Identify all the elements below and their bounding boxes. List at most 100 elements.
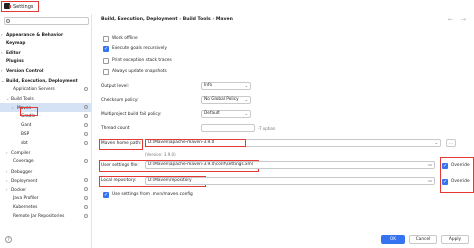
sidebar-item-debugger[interactable]: › Debugger xyxy=(6,167,32,176)
thread-count-input[interactable] xyxy=(201,124,255,132)
sidebar-item-label: Version Control xyxy=(6,69,44,74)
breadcrumb-separator-1: › xyxy=(179,17,182,22)
maven-home-more-button[interactable]: ... xyxy=(446,139,456,147)
sidebar-item-label: Build, Execution, Deployment xyxy=(6,79,78,84)
multiproject-policy-label: Multiproject build fail policy: xyxy=(101,112,162,117)
sidebar-item-java-profiler[interactable]: Java Profiler xyxy=(8,194,39,203)
sidebar-item-label: Java Profiler xyxy=(13,196,39,201)
chevron-down-icon: ⌄ xyxy=(434,140,438,145)
sidebar-item-coverage[interactable]: Coverage xyxy=(8,157,34,166)
breadcrumb-part-2[interactable]: Build Tools xyxy=(183,17,211,22)
work-offline-label: Work offline xyxy=(112,36,138,41)
back-arrow-icon[interactable]: ← xyxy=(448,16,453,23)
ok-button[interactable]: OK xyxy=(381,235,405,244)
use-maven-config-label: Use settings from .mvn/maven.config xyxy=(112,192,193,197)
help-icon[interactable]: ? xyxy=(5,236,12,243)
output-level-dropdown[interactable]: Info ⌄ xyxy=(201,82,251,90)
maven-home-label: Maven home path: xyxy=(101,141,142,146)
user-settings-input[interactable]: D:\Maven\apache-maven-3.9.0\conf\setting… xyxy=(145,161,435,169)
gear-icon xyxy=(84,132,88,136)
execute-recursively-label: Execute goals recursively xyxy=(112,46,167,51)
work-offline-checkbox[interactable] xyxy=(103,36,109,42)
sidebar-item-build-execution-deployment[interactable]: ⌄ Build, Execution, Deployment xyxy=(1,76,78,85)
multiproject-policy-value: Default xyxy=(204,111,220,116)
print-stack-traces-label: Print exception stack traces xyxy=(112,58,172,63)
gear-icon xyxy=(84,187,88,191)
always-update-snapshots-label: Always update snapshots xyxy=(112,69,167,74)
thread-count-label: Thread count xyxy=(101,126,130,131)
gear-icon xyxy=(84,196,88,200)
window-title: Settings xyxy=(13,4,34,10)
sidebar-item-appearance-behavior[interactable]: › Appearance & Behavior xyxy=(1,30,63,39)
execute-recursively-checkbox[interactable] xyxy=(103,46,109,52)
checksum-policy-label: Checksum policy: xyxy=(101,98,139,103)
sidebar-item-label: Compiler xyxy=(11,151,31,156)
forward-arrow-icon[interactable]: → xyxy=(461,16,466,23)
breadcrumb-part-1[interactable]: Build, Execution, Deployment xyxy=(101,17,178,22)
override-local-repository-label: Override xyxy=(451,179,470,184)
cancel-button[interactable]: Cancel xyxy=(409,235,437,244)
sidebar-item-deployment[interactable]: › Deployment xyxy=(6,176,37,185)
gear-icon xyxy=(84,114,88,118)
output-level-value: Info xyxy=(204,83,213,88)
print-stack-traces-checkbox[interactable] xyxy=(103,58,109,64)
settings-search-input[interactable] xyxy=(4,17,89,25)
override-local-repository-checkbox[interactable] xyxy=(442,179,448,185)
chevron-down-icon: ⌄ xyxy=(244,111,248,116)
sidebar-item-keymap[interactable]: Keymap xyxy=(1,39,25,48)
user-settings-value: D:\Maven\apache-maven-3.9.0\conf\setting… xyxy=(148,162,253,167)
breadcrumb-separator-2: › xyxy=(212,17,215,22)
maven-version-text: (Version: 3.9.0) xyxy=(145,152,176,157)
sidebar-item-label: Coverage xyxy=(13,159,34,164)
gear-icon xyxy=(84,214,88,218)
breadcrumb: Build, Execution, Deployment › Build Too… xyxy=(101,17,233,22)
sidebar-item-build-tools[interactable]: ⌄ Build Tools xyxy=(6,94,34,103)
user-settings-label: User settings file: xyxy=(101,163,139,168)
always-update-snapshots-checkbox[interactable] xyxy=(103,69,109,75)
apply-button[interactable]: Apply xyxy=(441,235,469,244)
sidebar-item-label: Appearance & Behavior xyxy=(6,33,64,38)
sidebar-item-label: Remote Jar Repositories xyxy=(13,214,65,219)
folder-browse-icon[interactable]: ▭ xyxy=(428,162,432,168)
sidebar-item-compiler[interactable]: › Compiler xyxy=(6,148,30,157)
gear-icon xyxy=(84,159,88,163)
sidebar-item-label: sbt xyxy=(21,141,28,146)
use-maven-config-checkbox[interactable] xyxy=(103,192,109,198)
gear-icon xyxy=(84,105,88,109)
sidebar-item-application-servers[interactable]: Application Servers xyxy=(8,85,55,94)
sidebar-item-sbt[interactable]: sbt xyxy=(16,139,28,148)
gear-icon xyxy=(84,205,88,209)
gear-icon xyxy=(84,141,88,145)
folder-browse-icon[interactable]: ▭ xyxy=(428,178,432,184)
maven-highlight-box xyxy=(20,107,38,116)
sidebar-item-kubernetes[interactable]: Kubernetes xyxy=(8,203,37,212)
sidebar-item-remote-jar-repositories[interactable]: Remote Jar Repositories xyxy=(8,212,64,221)
sidebar-item-maven[interactable]: › Maven xyxy=(0,103,91,112)
sidebar-item-version-control[interactable]: › Version Control xyxy=(1,66,43,75)
sidebar-item-label: Debugger xyxy=(11,170,33,175)
maven-home-value-highlight xyxy=(145,139,246,147)
sidebar-item-docker[interactable]: › Docker xyxy=(6,185,26,194)
checksum-policy-dropdown[interactable]: No Global Policy ⌄ xyxy=(201,96,251,104)
thread-count-hint: -T option xyxy=(258,126,276,131)
local-repository-value: D:\Maven\repository xyxy=(148,178,192,183)
sidebar-item-plugins[interactable]: Plugins xyxy=(1,57,24,66)
sidebar-item-label: Keymap xyxy=(6,41,26,46)
chevron-down-icon: ⌄ xyxy=(244,97,248,102)
sidebar-item-label: Application Servers xyxy=(13,87,55,92)
local-repository-label: Local repository: xyxy=(101,178,137,183)
override-user-settings-checkbox[interactable] xyxy=(442,163,448,169)
sidebar-item-editor[interactable]: › Editor xyxy=(1,48,21,57)
sidebar-item-label: Gant xyxy=(21,123,32,128)
checksum-policy-value: No Global Policy xyxy=(204,97,239,102)
multiproject-policy-dropdown[interactable]: Default ⌄ xyxy=(201,110,251,118)
gear-icon xyxy=(84,87,88,91)
output-level-label: Output level: xyxy=(101,84,129,89)
sidebar-item-bsp[interactable]: BSP xyxy=(16,130,29,139)
gear-icon xyxy=(84,178,88,182)
sidebar-item-gant[interactable]: Gant xyxy=(16,121,31,130)
local-repository-input[interactable]: D:\Maven\repository ▭ xyxy=(145,177,435,185)
sidebar-item-label: Plugins xyxy=(6,59,24,64)
sidebar-item-label: BSP xyxy=(21,132,30,137)
sidebar-item-label: Docker xyxy=(11,188,27,193)
